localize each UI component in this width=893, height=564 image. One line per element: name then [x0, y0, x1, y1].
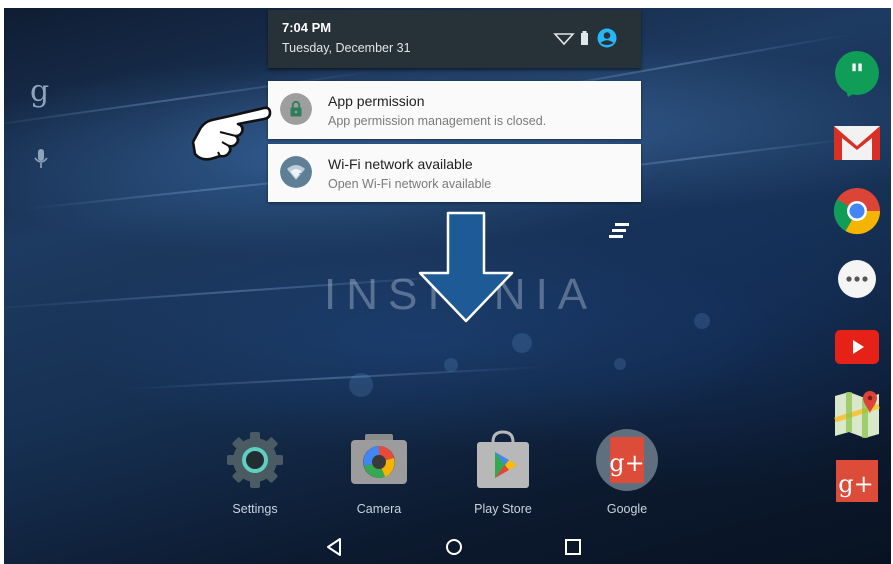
recents-icon[interactable] — [562, 536, 584, 558]
notification-title: Wi-Fi network available — [328, 156, 473, 172]
bottom-app-camera[interactable]: Camera — [334, 428, 424, 516]
swipe-down-arrow-icon — [418, 211, 514, 323]
android-home-screen: INSIGNIA g 7:04 PM Tuesday, December 31 … — [4, 8, 891, 564]
google-search-icon[interactable]: g — [30, 74, 49, 109]
bottom-app-google[interactable]: g+ Google — [582, 428, 672, 516]
microphone-icon[interactable] — [34, 148, 48, 170]
notification-wifi-available[interactable]: ? Wi-Fi network available Open Wi-Fi net… — [268, 144, 641, 202]
google-folder-icon: g+ — [596, 429, 658, 491]
clear-all-icon[interactable] — [607, 220, 631, 240]
status-date: Tuesday, December 31 — [282, 41, 411, 55]
svg-text:?: ? — [299, 172, 303, 180]
notification-title: App permission — [328, 93, 425, 109]
bottom-app-settings[interactable]: Settings — [210, 428, 300, 516]
camera-icon — [351, 434, 407, 484]
wifi-icon: ? — [280, 156, 312, 188]
wallpaper-bokeh — [349, 373, 373, 397]
notification-shade-header[interactable]: 7:04 PM Tuesday, December 31 — [268, 10, 641, 68]
app-label: Settings — [232, 502, 278, 516]
status-time: 7:04 PM — [282, 20, 332, 35]
notification-text: App permission management is closed. — [328, 114, 547, 128]
svg-text:g+: g+ — [838, 470, 873, 498]
notification-app-permission[interactable]: App permission App permission management… — [268, 81, 641, 139]
home-icon[interactable] — [443, 536, 465, 558]
gmail-icon[interactable] — [832, 118, 882, 168]
hangouts-icon[interactable]: " — [832, 50, 882, 100]
wallpaper-streak — [123, 366, 544, 390]
battery-icon — [581, 33, 588, 45]
bottom-app-play-store[interactable]: Play Store — [458, 428, 548, 516]
svg-text:g+: g+ — [609, 449, 644, 477]
app-label: Play Store — [474, 502, 532, 516]
status-icons — [553, 28, 617, 48]
google-plus-icon[interactable]: g+ — [832, 456, 882, 506]
wallpaper-bokeh — [614, 358, 626, 370]
chrome-icon[interactable] — [832, 186, 882, 236]
app-label: Camera — [356, 502, 402, 516]
back-icon[interactable] — [324, 536, 346, 558]
wallpaper-bokeh — [444, 358, 458, 372]
navigation-bar — [4, 528, 891, 564]
notification-text: Open Wi-Fi network available — [328, 177, 492, 191]
wallpaper-bokeh — [512, 333, 532, 353]
app-label: Google — [606, 502, 648, 516]
settings-icon — [227, 432, 283, 488]
pointing-hand-icon — [191, 106, 272, 161]
wallpaper-bokeh — [694, 313, 710, 329]
youtube-icon[interactable] — [832, 322, 882, 372]
play-store-icon — [477, 430, 529, 488]
app-drawer-icon[interactable] — [832, 254, 882, 304]
svg-text:": " — [850, 58, 865, 91]
lock-icon — [280, 93, 312, 125]
wifi-status-icon — [553, 33, 575, 46]
maps-icon[interactable] — [832, 390, 882, 440]
